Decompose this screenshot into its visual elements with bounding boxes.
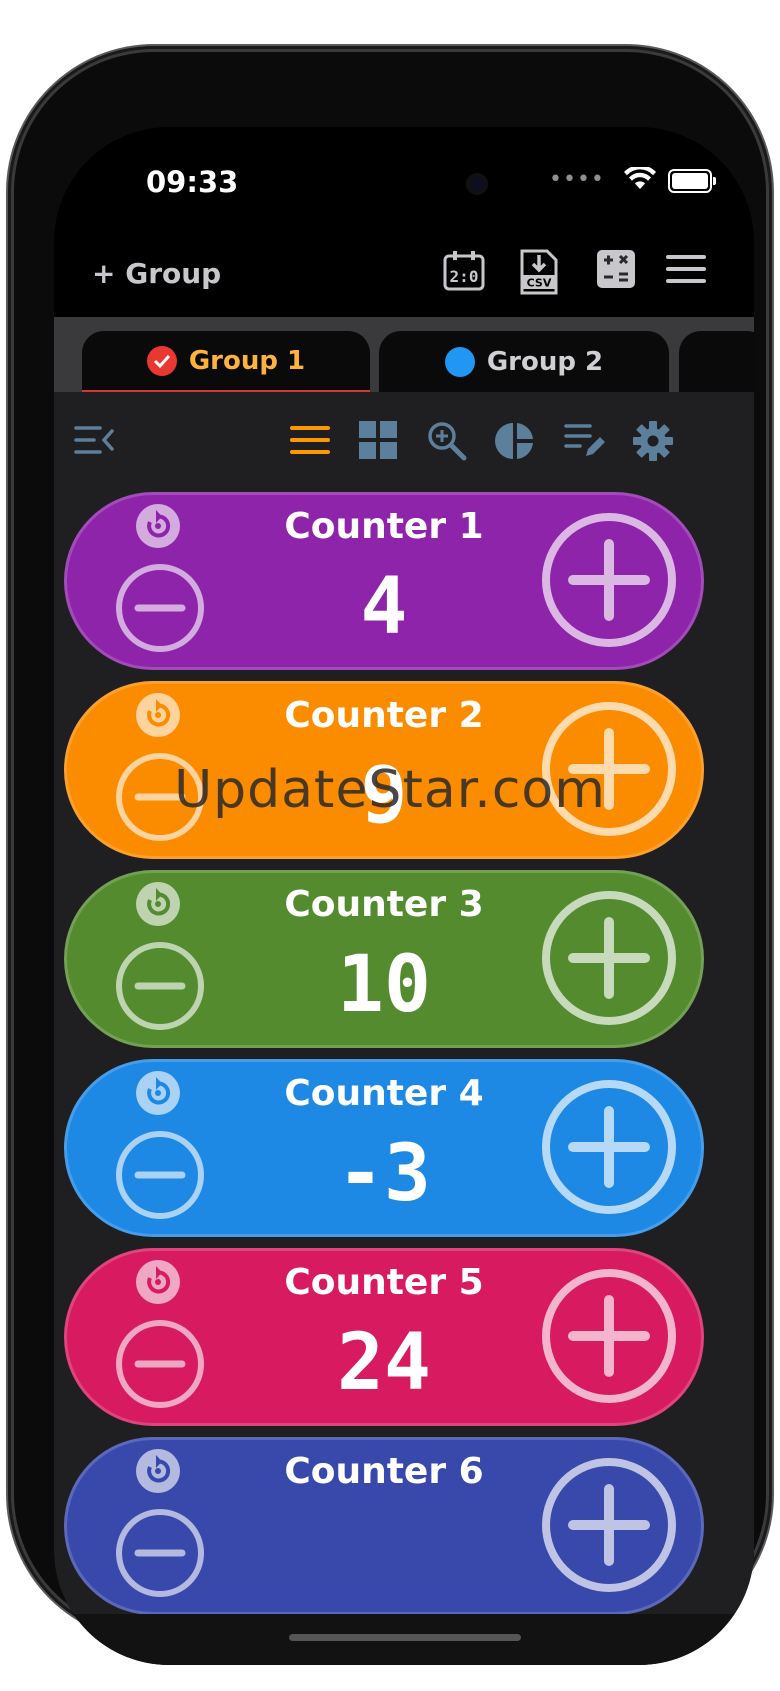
- counter-card[interactable]: Counter 6: [64, 1437, 704, 1614]
- settings-gear-icon[interactable]: [632, 420, 674, 462]
- counter-list-area: Counter 1 4 Counter 2 9 Counter 3 10 Counter 4…: [54, 392, 754, 1614]
- menu-icon[interactable]: [666, 249, 706, 289]
- increment-button[interactable]: [539, 888, 679, 1028]
- phone-frame: 09:33 •••• + Group 2:0 CSV Group 1 Group…: [14, 52, 766, 1665]
- increment-button[interactable]: [539, 1077, 679, 1217]
- increment-button[interactable]: [539, 510, 679, 650]
- tab-label: Group 2: [486, 347, 604, 377]
- app-screen: 09:33 •••• + Group 2:0 CSV Group 1 Group…: [54, 127, 754, 1665]
- calculator-icon[interactable]: [596, 249, 636, 289]
- increment-button[interactable]: [539, 1455, 679, 1595]
- counter-card[interactable]: Counter 4 -3: [64, 1059, 704, 1237]
- counter-card[interactable]: Counter 29: [64, 681, 704, 859]
- wifi-icon: [624, 167, 656, 189]
- scoreboard-icon[interactable]: 2:0: [442, 249, 486, 293]
- tab-label: Group 1: [188, 345, 306, 376]
- counter-card[interactable]: Counter 5 24: [64, 1248, 704, 1426]
- camera-icon: [466, 173, 488, 195]
- grid-view-icon[interactable]: [358, 420, 398, 460]
- tab-group-2[interactable]: Group 2: [379, 331, 669, 393]
- chart-icon[interactable]: [494, 420, 536, 462]
- battery-icon: [668, 169, 716, 193]
- counter-card[interactable]: Counter 3 10: [64, 870, 704, 1048]
- home-indicator-area: [54, 1614, 754, 1665]
- edit-icon[interactable]: [564, 420, 606, 460]
- tab-more[interactable]: [679, 331, 754, 393]
- home-indicator[interactable]: [289, 1634, 521, 1641]
- status-time: 09:33: [146, 165, 239, 199]
- signal-icon: ••••: [549, 167, 605, 192]
- status-bar: 09:33 ••••: [54, 127, 754, 217]
- checkmark-icon: [146, 345, 177, 376]
- color-dot-icon: [444, 347, 475, 377]
- view-toolbar: [54, 392, 754, 492]
- collapse-sidebar-icon[interactable]: [74, 420, 116, 460]
- top-toolbar: + Group 2:0 CSV: [54, 227, 754, 317]
- svg-text:2:0: 2:0: [450, 267, 479, 286]
- group-tabs: Group 1 Group 2: [54, 317, 754, 393]
- list-view-icon[interactable]: [290, 420, 330, 460]
- counter-card[interactable]: Counter 14: [64, 492, 704, 670]
- decrement-button[interactable]: [114, 1507, 206, 1599]
- increment-button[interactable]: [539, 1266, 679, 1406]
- zoom-icon[interactable]: [426, 420, 468, 462]
- tab-group-1[interactable]: Group 1: [82, 331, 370, 393]
- csv-export-icon[interactable]: CSV: [519, 249, 559, 295]
- add-group-button[interactable]: + Group: [92, 257, 221, 290]
- svg-text:CSV: CSV: [527, 277, 552, 290]
- increment-button[interactable]: [539, 699, 679, 839]
